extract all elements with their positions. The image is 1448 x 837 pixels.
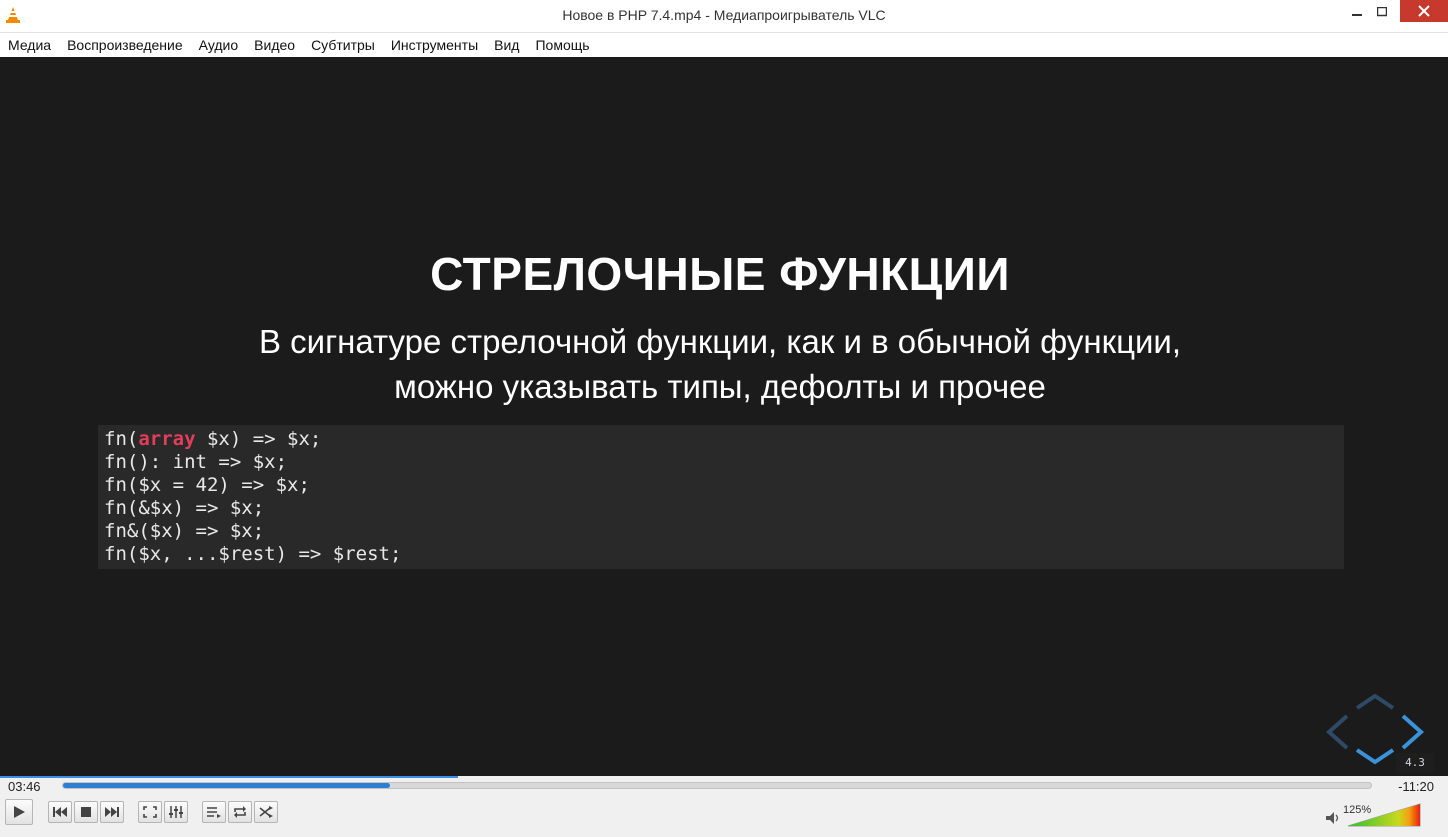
buffer-indicator bbox=[0, 776, 458, 778]
code-line-1: fn(array $x) => $x; bbox=[104, 428, 321, 450]
stop-icon bbox=[81, 807, 91, 817]
window-title: Новое в PHP 7.4.mp4 - Медиапроигрыватель… bbox=[562, 7, 886, 23]
code-line-5: fn&($x) => $x; bbox=[104, 520, 265, 542]
loop-button[interactable] bbox=[228, 801, 252, 823]
code-line-1-pre: fn( bbox=[104, 428, 139, 450]
speaker-icon[interactable] bbox=[1326, 812, 1340, 824]
menu-view[interactable]: Вид bbox=[486, 33, 527, 57]
time-elapsed[interactable]: 03:46 bbox=[8, 779, 41, 794]
code-line-4: fn(&$x) => $x; bbox=[104, 497, 265, 519]
control-bar: 125% bbox=[0, 796, 1448, 837]
close-button[interactable] bbox=[1400, 0, 1448, 22]
code-line-1-post: $x) => $x; bbox=[195, 428, 322, 450]
next-button[interactable] bbox=[100, 801, 124, 823]
slide-subtitle: В сигнатуре стрелочной функции, как и в … bbox=[0, 319, 1440, 409]
playlist-icon bbox=[207, 807, 221, 818]
close-icon bbox=[1418, 5, 1430, 17]
menu-bar: Медиа Воспроизведение Аудио Видео Субтит… bbox=[0, 33, 1448, 57]
slide-title: СТРЕЛОЧНЫЕ ФУНКЦИИ bbox=[430, 248, 1010, 300]
menu-media[interactable]: Медиа bbox=[0, 33, 59, 57]
slide-subtitle-line-1: В сигнатуре стрелочной функции, как и в … bbox=[258, 323, 1182, 360]
minimize-icon bbox=[1352, 14, 1362, 16]
slide-subtitle-line-2: можно указывать типы, дефолты и прочее bbox=[394, 368, 1046, 405]
volume-slider[interactable] bbox=[1346, 802, 1422, 828]
skip-next-icon bbox=[105, 807, 119, 817]
loop-icon bbox=[234, 806, 246, 818]
menu-video[interactable]: Видео bbox=[246, 33, 303, 57]
code-line-6: fn($x, ...$rest) => $rest; bbox=[104, 543, 402, 565]
maximize-button[interactable] bbox=[1365, 0, 1399, 24]
play-button[interactable] bbox=[5, 799, 33, 825]
menu-audio[interactable]: Аудио bbox=[191, 33, 247, 57]
shuffle-icon bbox=[259, 806, 273, 818]
maximize-icon bbox=[1377, 7, 1387, 17]
title-bar: Новое в PHP 7.4.mp4 - Медиапроигрыватель… bbox=[0, 0, 1448, 33]
time-remaining[interactable]: -11:20 bbox=[1398, 779, 1434, 794]
extended-settings-button[interactable] bbox=[164, 801, 188, 823]
seek-row: 03:46 -11:20 bbox=[0, 776, 1448, 796]
seek-progress bbox=[63, 783, 390, 788]
volume-level bbox=[1348, 804, 1420, 826]
stop-button[interactable] bbox=[74, 801, 98, 823]
play-icon bbox=[14, 806, 25, 818]
fullscreen-icon bbox=[143, 806, 157, 818]
code-keyword-array: array bbox=[138, 428, 196, 450]
code-line-2: fn(): int => $x; bbox=[104, 451, 288, 473]
skip-previous-icon bbox=[53, 807, 67, 817]
video-area[interactable]: СТРЕЛОЧНЫЕ ФУНКЦИИ В сигнатуре стрелочно… bbox=[0, 57, 1448, 776]
code-line-3: fn($x = 42) => $x; bbox=[104, 474, 310, 496]
previous-button[interactable] bbox=[48, 801, 72, 823]
version-badge: 4.3 bbox=[1396, 753, 1434, 773]
menu-subtitles[interactable]: Субтитры bbox=[303, 33, 383, 57]
seek-slider[interactable] bbox=[62, 782, 1372, 789]
equalizer-icon bbox=[169, 806, 183, 818]
playlist-button[interactable] bbox=[202, 801, 226, 823]
menu-help[interactable]: Помощь bbox=[527, 33, 597, 57]
code-block: fn(array $x) => $x; fn(): int => $x; fn(… bbox=[98, 425, 1344, 569]
shuffle-button[interactable] bbox=[254, 801, 278, 823]
menu-playback[interactable]: Воспроизведение bbox=[59, 33, 191, 57]
menu-tools[interactable]: Инструменты bbox=[383, 33, 486, 57]
fullscreen-button[interactable] bbox=[138, 801, 162, 823]
